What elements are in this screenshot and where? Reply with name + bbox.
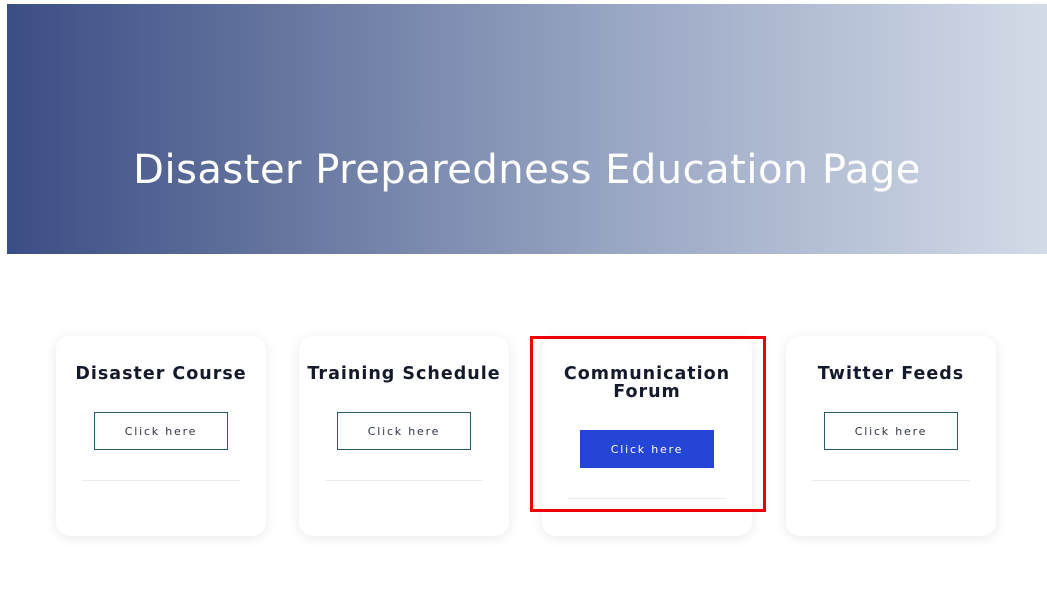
card-title: Twitter Feeds	[817, 364, 965, 384]
card-training-schedule: Training Schedule Click here	[299, 336, 509, 536]
card-title: Communication Forum	[563, 364, 731, 402]
card-twitter-feeds: Twitter Feeds Click here	[786, 336, 996, 536]
card-title: Disaster Course	[75, 364, 247, 384]
card-communication-forum: Communication Forum Click here	[542, 336, 752, 536]
card-divider	[82, 480, 240, 481]
training-schedule-click-here-button[interactable]: Click here	[337, 412, 471, 450]
card-divider	[568, 498, 726, 499]
card-title: Training Schedule	[307, 364, 501, 384]
twitter-feeds-click-here-button[interactable]: Click here	[824, 412, 958, 450]
page-title: Disaster Preparedness Education Page	[133, 147, 921, 193]
card-divider	[812, 480, 970, 481]
disaster-course-click-here-button[interactable]: Click here	[94, 412, 228, 450]
hero-banner: Disaster Preparedness Education Page	[7, 4, 1047, 254]
card-divider	[325, 480, 483, 481]
communication-forum-click-here-button[interactable]: Click here	[580, 430, 714, 468]
card-disaster-course: Disaster Course Click here	[56, 336, 266, 536]
page: Disaster Preparedness Education Page Dis…	[0, 0, 1047, 598]
